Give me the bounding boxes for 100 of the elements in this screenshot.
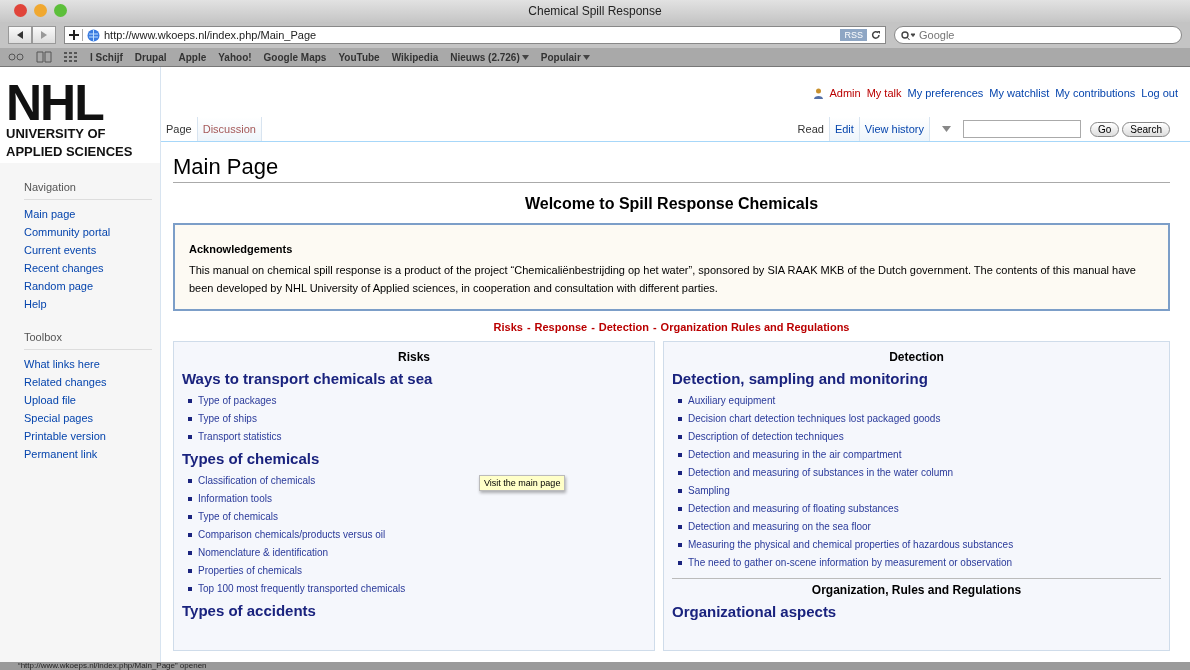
user-link[interactable]: Log out [1141,87,1178,99]
article-link[interactable]: Detection and measuring in the air compartment [688,446,902,464]
caret-icon[interactable] [941,126,951,132]
window-title: Chemical Spill Response [528,4,662,18]
article-link[interactable]: Type of packages [198,392,277,410]
plus-icon[interactable] [69,29,83,41]
user-link[interactable]: My preferences [907,87,984,99]
section-link[interactable]: Risks [493,321,523,333]
bookmark-item[interactable]: YouTube [338,51,380,63]
article-link[interactable]: Detection and measuring of substances in the water column [688,464,954,482]
box-heading: Detection [889,350,944,364]
sidebar-link[interactable]: Related changes [24,373,160,391]
sidebar-link[interactable]: Upload file [24,391,160,409]
bullet-icon [678,525,682,529]
separator-text: - [526,321,531,333]
sidebar-link[interactable]: Printable version [24,427,160,445]
view-tab[interactable]: View history [859,117,930,141]
article-link[interactable]: Top 100 most frequently transported chemicals [198,580,406,598]
search-field[interactable] [962,120,1081,138]
section-heading: Types of chemicals [182,450,321,467]
bullet-icon [678,453,682,457]
article-link[interactable]: Transport statistics [198,428,282,446]
section-heading: Types of accidents [182,602,317,619]
separator-text: - [591,321,595,333]
user-link[interactable]: My talk [866,87,902,99]
welcome-heading: Welcome to Spill Response Chemicals [524,195,819,212]
section-link[interactable]: Response [534,321,588,333]
page-title: Main Page [173,154,1170,183]
sidebar-link[interactable]: Permanent link [24,445,160,463]
bookmark-item[interactable]: Drupal [134,51,167,63]
bullet-icon [678,561,682,565]
acknowledgement-text: This manual on chemical spill response is a product of the project “Chemicaliënbestrijding op het water”, sponsored by SIA RAAK MKB of the Dutch government. The contents of this manual have been developed by NHL University of Applied sciences, in cooperation and consultation with different parties. [189,263,1137,296]
bullet-icon [188,435,192,439]
section-heading: Detection, sampling and monitoring [672,370,929,387]
glasses-icon[interactable] [8,52,24,62]
user-link[interactable]: My watchlist [989,87,1050,99]
sidebar-link[interactable]: Recent changes [24,259,160,277]
bookmark-item[interactable]: Nieuws (2.726) [450,51,529,63]
section-link[interactable]: Organization Rules and Regulations [660,321,850,333]
view-tab[interactable]: Edit [829,117,860,141]
box-heading: Risks [398,350,430,364]
logo-mark[interactable]: NHL [6,81,160,125]
article-link[interactable]: Properties of chemicals [198,562,302,580]
article-link[interactable]: Classification of chemicals [198,472,316,490]
portal-heading: Navigation [24,181,152,200]
book-icon[interactable] [36,51,52,63]
article-link[interactable]: Information tools [198,490,272,508]
tooltip: Visit the main page [479,475,566,491]
status-text: “http://www.wkoeps.nl/index.php/Main_Page” openen [18,662,207,670]
bookmark-item[interactable]: Yahoo! [218,51,252,63]
bullet-icon [188,587,192,591]
article-link[interactable]: Type of ships [198,410,257,428]
article-link[interactable]: The need to gather on-scene information by measurement or observation [688,554,1013,572]
section-link[interactable]: Detection [598,321,649,333]
bullet-icon [678,435,682,439]
bullet-icon [188,417,192,421]
search-button[interactable]: Search [1122,121,1170,137]
bookmark-item[interactable]: Wikipedia [391,51,439,63]
search-field[interactable]: Google [894,26,1182,44]
bookmark-item[interactable]: Google Maps [263,51,327,63]
sidebar-link[interactable]: Special pages [24,409,160,427]
article-link[interactable]: Nomenclature & identification [198,544,329,562]
section-heading: Organizational aspects [672,603,838,620]
article-link[interactable]: Detection and measuring on the sea floor [688,518,871,536]
sidebar-link[interactable]: Help [24,295,160,313]
grid-icon[interactable] [64,52,78,62]
back-button[interactable] [8,26,32,44]
article-link[interactable]: Type of chemicals [198,508,279,526]
reload-icon[interactable] [871,29,881,41]
bookmark-item[interactable]: Apple [178,51,207,63]
caret-icon [521,54,529,60]
bullet-icon [678,471,682,475]
bookmark-item[interactable]: Populair [540,51,590,63]
page-tab[interactable]: Discussion [197,117,262,141]
article-link[interactable]: Description of detection techniques [688,428,844,446]
bullet-icon [188,515,192,519]
address-field[interactable]: http://www.wkoeps.nl/index.php/Main_Page RSS [64,26,886,44]
bookmark-item[interactable]: I Schijf [90,51,123,63]
go-button[interactable]: Go [1089,121,1120,137]
logo-text: UNIVERSITY OF [6,125,107,143]
article-link[interactable]: Decision chart detection techniques lost packaged goods [688,410,941,428]
box-heading: Organization, Rules and Regulations [811,583,1022,597]
user-link[interactable]: My contributions [1055,87,1136,99]
sidebar-link[interactable]: Main page [24,205,160,223]
sidebar-link[interactable]: What links here [24,355,160,373]
article-link[interactable]: Sampling [688,482,730,500]
caret-icon [582,54,590,60]
user-link[interactable]: Admin [814,87,861,99]
bullet-icon [678,489,682,493]
sidebar-link[interactable]: Random page [24,277,160,295]
bullet-icon [188,497,192,501]
bullet-icon [678,507,682,511]
sidebar-link[interactable]: Current events [24,241,160,259]
sidebar-link[interactable]: Community portal [24,223,160,241]
article-link[interactable]: Comparison chemicals/products versus oil [198,526,386,544]
zoom-button[interactable] [54,4,67,17]
close-button[interactable] [14,4,27,17]
article-link[interactable]: Detection and measuring of floating substances [688,500,899,518]
article-link[interactable]: Auxiliary equipment [688,392,776,410]
article-link[interactable]: Measuring the physical and chemical properties of hazardous substances [688,536,1014,554]
